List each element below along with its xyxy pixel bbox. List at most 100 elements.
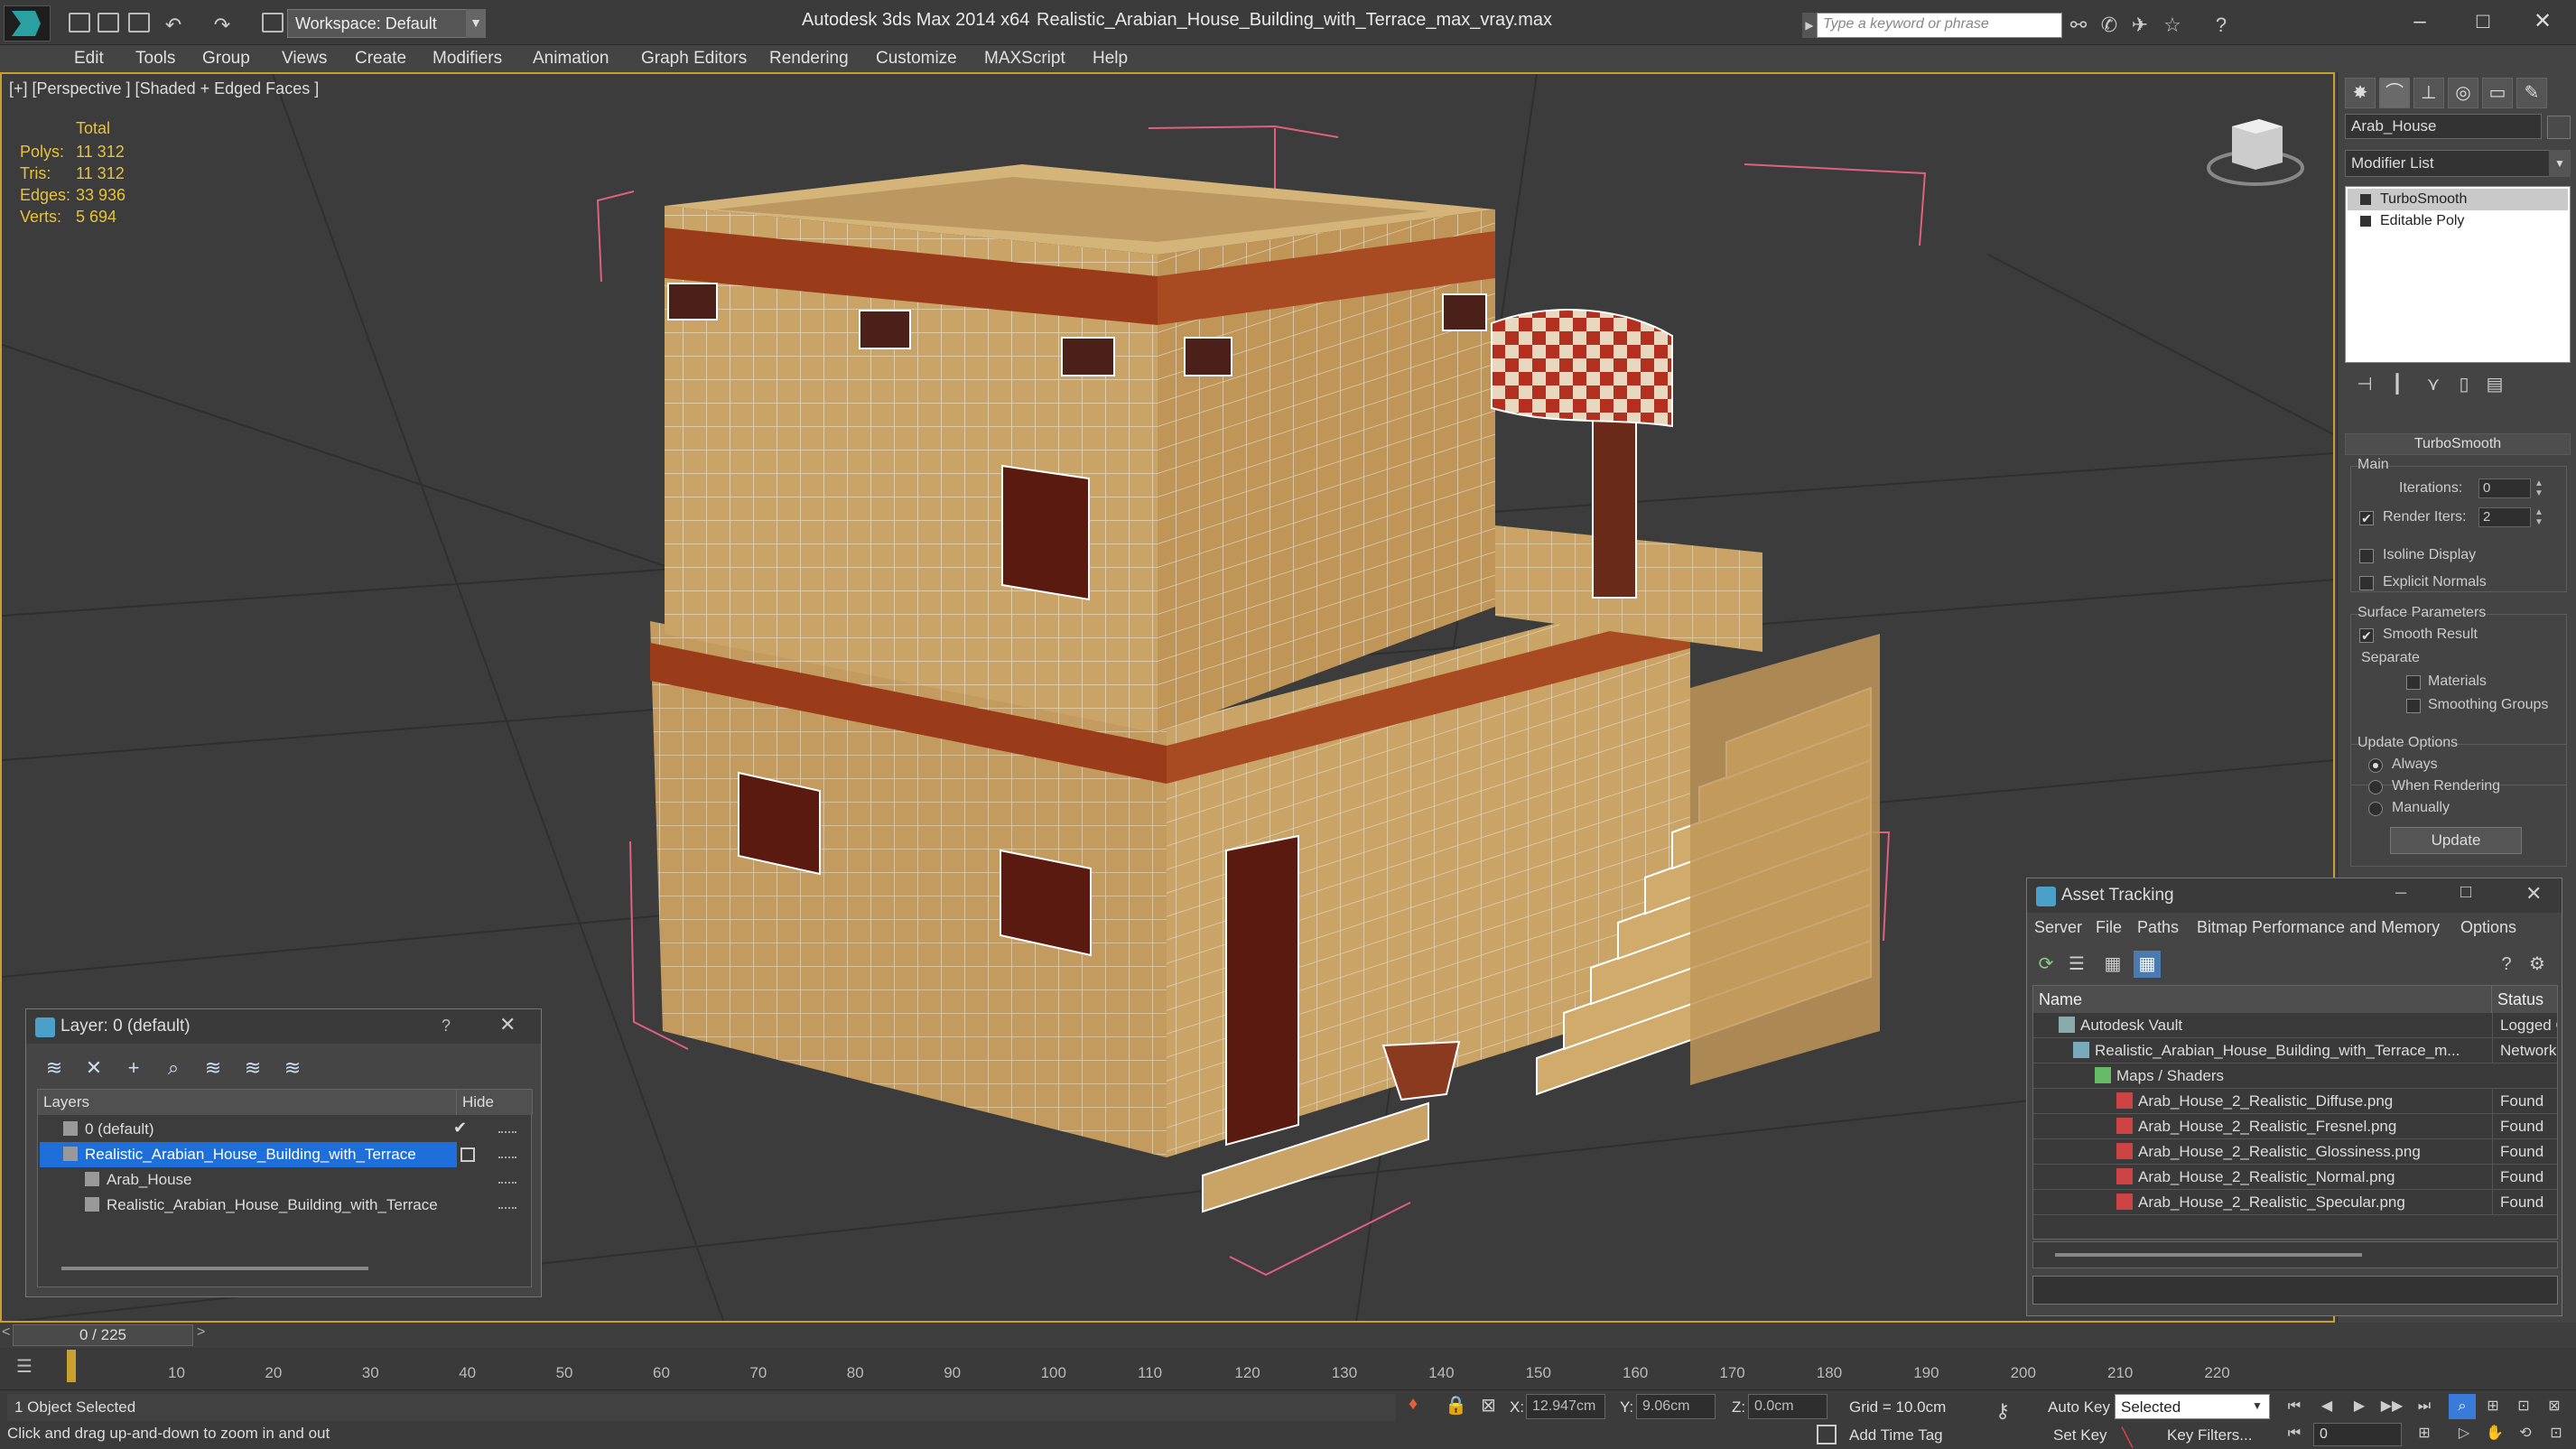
close-icon[interactable]: ✕ [499, 1013, 516, 1036]
spinner-arrows-icon[interactable]: ▲ ▼ [2533, 507, 2545, 527]
table-row[interactable]: Arab_House_2_Realistic_Specular.png Foun… [2033, 1190, 2557, 1215]
spinner-arrows-icon[interactable]: ▲ ▼ [2533, 478, 2545, 498]
table-row[interactable]: Maps / Shaders [2033, 1064, 2557, 1089]
go-to-start-icon[interactable]: ⏮ [2281, 1394, 2308, 1419]
hide-column-header[interactable]: Hide [457, 1090, 533, 1115]
freeze-all-icon[interactable]: ≋ [279, 1054, 306, 1082]
stack-item-editable-poly[interactable]: Editable Poly [2348, 210, 2568, 232]
pin-stack-icon[interactable]: ⊣ [2352, 372, 2377, 397]
configure-sets-icon[interactable]: ▤ [2482, 372, 2507, 397]
absolute-mode-icon[interactable]: ⊠ [1481, 1394, 1496, 1416]
list-view-icon[interactable]: ☰ [2063, 951, 2090, 978]
highlight-layer-icon[interactable]: ≋ [200, 1054, 227, 1082]
pan-view-icon[interactable]: ✋ [2481, 1421, 2508, 1446]
hide-toggle[interactable] [498, 1207, 516, 1211]
layer-row[interactable]: Realistic_Arabian_House_Building_with_Te… [40, 1142, 457, 1167]
time-slider[interactable]: < 0 / 225 > [0, 1323, 2576, 1348]
favorites-icon[interactable]: ☆ [2162, 14, 2183, 36]
bulb-icon[interactable] [2360, 194, 2371, 205]
add-time-tag-button[interactable]: Add Time Tag [1849, 1426, 1943, 1444]
search-expand-icon[interactable]: ▶ [1802, 13, 1817, 38]
make-unique-icon[interactable]: ⋎ [2421, 372, 2446, 397]
menu-animation[interactable]: Animation [533, 49, 609, 69]
key-icon[interactable]: ⚷ [1995, 1399, 2010, 1423]
time-slider-thumb[interactable]: 0 / 225 [13, 1324, 193, 1346]
minimize-icon[interactable]: – [2395, 880, 2406, 904]
layer-row[interactable]: 0 (default) [40, 1117, 491, 1142]
isoline-display-checkbox[interactable] [2359, 549, 2374, 563]
z-coordinate-field[interactable]: 0.0cm [1748, 1394, 1827, 1419]
orbit-icon[interactable]: ⟲ [2512, 1421, 2539, 1446]
help-icon[interactable]: ? [2210, 14, 2232, 36]
asset-window-titlebar[interactable]: Asset Tracking – □ ✕ [2027, 878, 2562, 913]
binoculars-icon[interactable]: ⚯ [2068, 14, 2089, 36]
horizontal-scrollbar[interactable] [2032, 1241, 2558, 1268]
app-logo-button[interactable] [4, 5, 51, 42]
communication-icon[interactable]: ✈ [2129, 14, 2151, 36]
grid-view-icon[interactable]: ▦ [2134, 951, 2161, 978]
render-iters-spinner[interactable]: 2 [2478, 507, 2531, 527]
time-config-icon[interactable]: ⊞ [2411, 1421, 2438, 1446]
chevron-down-icon[interactable]: ▼ [466, 9, 486, 38]
close-icon[interactable]: ✕ [2525, 882, 2542, 906]
play-icon[interactable]: ▶ [2346, 1394, 2373, 1419]
go-to-end-icon[interactable]: ⏭ [2411, 1394, 2438, 1419]
layer-row[interactable]: Arab_House [40, 1167, 491, 1193]
create-tab-icon[interactable]: ✸ [2345, 78, 2376, 108]
next-frame-icon[interactable]: > [197, 1324, 205, 1341]
table-row[interactable]: Arab_House_2_Realistic_Diffuse.png Found [2033, 1089, 2557, 1114]
explicit-normals-checkbox[interactable] [2359, 576, 2374, 590]
layer-window-titlebar[interactable]: Layer: 0 (default) ? ✕ [26, 1009, 541, 1044]
workspace-dropdown[interactable]: Workspace: Default [287, 9, 486, 38]
minimize-button[interactable]: – [2402, 5, 2438, 38]
asset-menu-server[interactable]: Server [2034, 918, 2082, 937]
asset-menu-file[interactable]: File [2096, 918, 2122, 937]
asset-menu-bitmap-performance[interactable]: Bitmap Performance and Memory [2197, 918, 2440, 937]
close-button[interactable]: ✕ [2525, 5, 2561, 38]
layer-toggle-icon[interactable] [460, 1147, 475, 1162]
x-coordinate-field[interactable]: 12.947cm [1526, 1394, 1605, 1419]
menu-modifiers[interactable]: Modifiers [432, 49, 502, 69]
motion-tab-icon[interactable]: ◎ [2448, 78, 2478, 108]
current-frame-field[interactable]: 0 [2313, 1423, 2402, 1446]
menu-group[interactable]: Group [202, 49, 250, 69]
help-icon[interactable]: ? [442, 1017, 451, 1036]
current-frame-marker[interactable] [67, 1350, 76, 1382]
zoom-icon[interactable]: ⌕ [2449, 1394, 2476, 1419]
asset-menu-options[interactable]: Options [2460, 918, 2516, 937]
chevron-down-icon[interactable]: ▼ [2252, 1399, 2263, 1412]
smooth-result-checkbox[interactable]: ✔ [2359, 628, 2374, 643]
undo-icon[interactable]: ↶ [163, 14, 184, 36]
menu-views[interactable]: Views [282, 49, 327, 69]
always-radio[interactable] [2368, 758, 2383, 773]
key-mode-icon[interactable]: ╲ [2122, 1426, 2133, 1449]
chevron-down-icon[interactable]: ▼ [2549, 150, 2571, 177]
turbosmooth-rollout[interactable]: TurboSmooth [2345, 433, 2571, 455]
menu-graph-editors[interactable]: Graph Editors [641, 49, 747, 69]
isolate-icon[interactable]: ♦ [1409, 1394, 1418, 1415]
add-to-layer-icon[interactable]: + [120, 1054, 147, 1082]
search-input[interactable]: Type a keyword or phrase [1817, 13, 2062, 38]
create-layer-icon[interactable]: ≋ [41, 1054, 68, 1082]
maximize-viewport-icon[interactable]: ⊡ [2543, 1421, 2570, 1446]
menu-maxscript[interactable]: MAXScript [984, 49, 1065, 69]
refresh-icon[interactable]: ⟳ [2032, 951, 2060, 978]
materials-checkbox[interactable] [2406, 675, 2421, 690]
zoom-extents-icon[interactable]: ⊡ [2510, 1394, 2537, 1419]
show-end-result-icon[interactable]: ┃ [2385, 372, 2410, 397]
render-iters-checkbox[interactable]: ✔ [2359, 511, 2374, 525]
asset-menu-paths[interactable]: Paths [2137, 918, 2179, 937]
new-file-icon[interactable] [69, 13, 90, 33]
asset-path-field[interactable] [2032, 1276, 2558, 1305]
stack-item-turbosmooth[interactable]: TurboSmooth [2348, 189, 2568, 210]
key-filters-button[interactable]: Key Filters... [2167, 1426, 2252, 1444]
display-tab-icon[interactable]: ▭ [2482, 78, 2513, 108]
modify-tab-icon[interactable]: ⌒ [2379, 78, 2410, 108]
layer-row[interactable]: Realistic_Arabian_House_Building_with_Te… [40, 1193, 491, 1218]
subscription-icon[interactable]: ✆ [2098, 14, 2120, 36]
hide-toggle[interactable] [498, 1131, 516, 1135]
status-column-header[interactable]: Status [2492, 986, 2557, 1013]
help-icon[interactable]: ? [2493, 951, 2520, 978]
zoom-extents-all-icon[interactable]: ⊠ [2541, 1394, 2568, 1419]
hide-toggle[interactable] [498, 1156, 516, 1160]
